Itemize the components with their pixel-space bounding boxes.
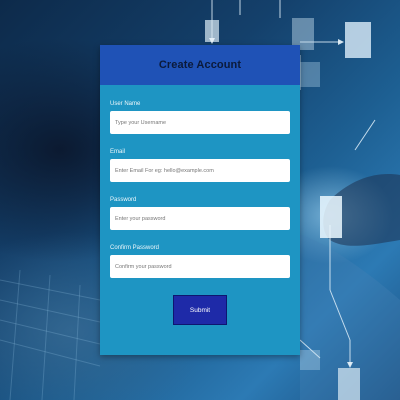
submit-row: Submit <box>110 295 290 325</box>
submit-button[interactable]: Submit <box>173 295 227 325</box>
confirm-password-input[interactable] <box>110 255 290 278</box>
create-account-card: Create Account User Name Email Password … <box>100 45 300 355</box>
password-label: Password <box>110 197 137 203</box>
card-header: Create Account <box>100 45 300 85</box>
email-label: Email <box>110 149 126 155</box>
form-title: Create Account <box>158 59 242 71</box>
email-input[interactable] <box>110 159 290 182</box>
username-label: User Name <box>110 101 141 107</box>
create-account-form: User Name Email Password Confirm Passwor… <box>100 101 300 325</box>
username-input[interactable] <box>110 111 290 134</box>
confirm-password-label: Confirm Password <box>110 245 160 251</box>
password-input[interactable] <box>110 207 290 230</box>
